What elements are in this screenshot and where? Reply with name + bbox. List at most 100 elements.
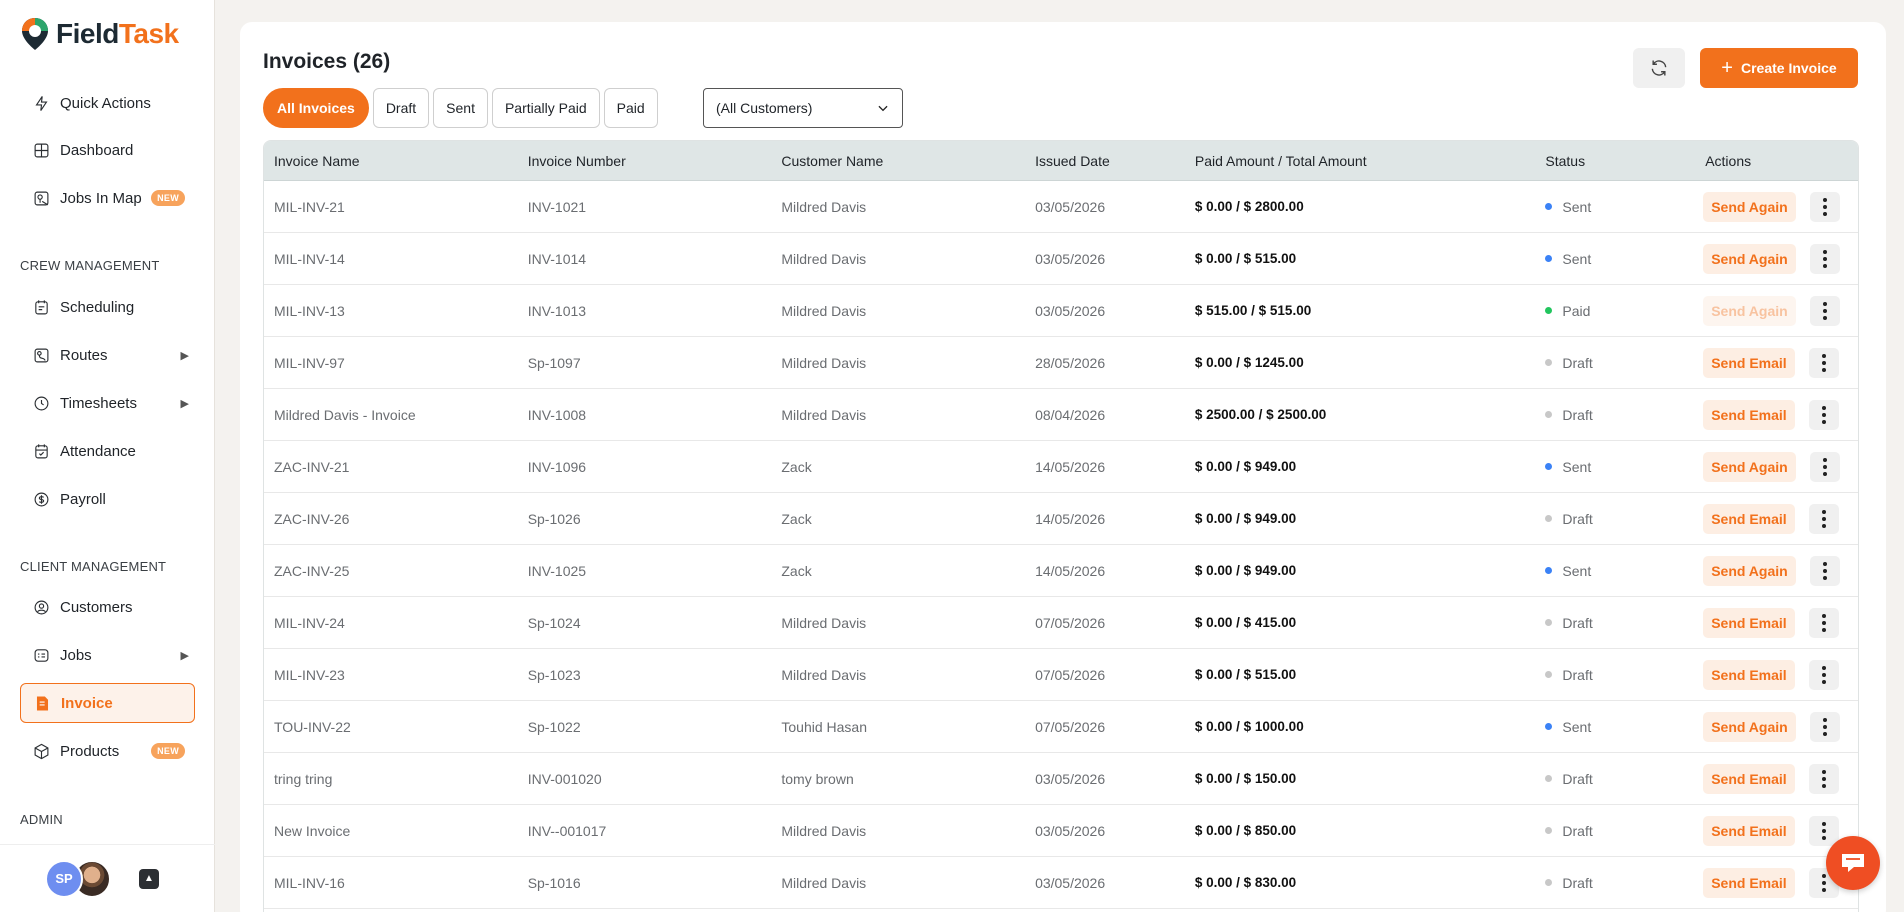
send-action-button[interactable]: Send Email <box>1703 659 1795 690</box>
sidebar-item-attendance[interactable]: Attendance <box>20 432 195 470</box>
sidebar-item-label: Jobs In Map <box>60 189 142 207</box>
table-row[interactable]: MIL-INV-24 Sp-1024 Mildred Davis 07/05/2026… <box>264 597 1858 649</box>
send-action-button[interactable]: Send Email <box>1703 503 1795 534</box>
column-header[interactable]: Invoice Number <box>518 153 772 169</box>
table-row[interactable]: MIL-INV-16 Sp-1016 Mildred Davis 03/05/2026… <box>264 857 1858 909</box>
sidebar-item-customers[interactable]: Customers <box>20 588 195 626</box>
avatar[interactable]: SP <box>45 859 83 898</box>
tab-sent[interactable]: Sent <box>433 88 488 128</box>
column-header[interactable]: Issued Date <box>1025 153 1185 169</box>
sidebar: FieldTask Quick Actions Dashboard Jobs I… <box>0 0 215 912</box>
dot <box>1822 568 1827 573</box>
send-action-button[interactable]: Send Again <box>1703 295 1796 326</box>
more-options-button[interactable] <box>1808 607 1839 638</box>
create-invoice-button[interactable]: + Create Invoice <box>1700 48 1858 88</box>
tab-all-invoices[interactable]: All Invoices <box>263 88 369 128</box>
status-badge: Paid <box>1562 302 1591 319</box>
table-row[interactable]: Mildred Davis - Invoice INV-1008 Mildred D… <box>264 389 1858 441</box>
invoice-name-cell[interactable]: MIL-INV-21 <box>264 199 518 215</box>
status-cell: Sent <box>1535 563 1695 579</box>
more-options-button[interactable] <box>1809 711 1840 742</box>
tab-draft[interactable]: Draft <box>372 88 430 128</box>
invoice-name-cell[interactable]: ZAC-INV-26 <box>264 511 518 527</box>
app-logo[interactable]: FieldTask <box>20 16 179 52</box>
tab-paid[interactable]: Paid <box>603 88 658 128</box>
table-row[interactable]: tring tring INV-001020 tomy brown 03/05/202… <box>264 753 1858 805</box>
sidebar-item-jobs[interactable]: Jobs ▶ <box>20 636 195 674</box>
tab-partially-paid[interactable]: Partially Paid <box>491 88 600 128</box>
more-options-button[interactable] <box>1809 243 1840 274</box>
invoice-name-cell[interactable]: MIL-INV-13 <box>264 303 518 319</box>
sidebar-item-payroll[interactable]: Payroll <box>20 480 195 518</box>
send-action-button[interactable]: Send Email <box>1703 815 1795 846</box>
chat-support-button[interactable] <box>1826 836 1880 890</box>
send-action-button[interactable]: Send Again <box>1703 243 1796 274</box>
send-action-button[interactable]: Send Again <box>1703 711 1796 742</box>
table-row[interactable]: MIL-INV-23 Sp-1023 Mildred Davis 07/05/2026… <box>264 649 1858 701</box>
invoice-name-cell[interactable]: MIL-INV-23 <box>264 667 518 683</box>
column-header[interactable]: Status <box>1535 153 1695 169</box>
invoice-name-cell[interactable]: MIL-INV-24 <box>264 615 518 631</box>
table-row[interactable]: MIL-INV-13 INV-1013 Mildred Davis 03/05/202… <box>264 285 1858 337</box>
refresh-icon <box>1651 60 1667 76</box>
more-options-button[interactable] <box>1808 503 1839 534</box>
sidebar-item-quick-actions[interactable]: Quick Actions <box>20 84 195 122</box>
send-action-button[interactable]: Send Again <box>1703 191 1796 222</box>
customer-filter-select[interactable]: (All Customers) <box>703 88 903 128</box>
amount-cell: $ 515.00 / $ 515.00 <box>1194 303 1312 318</box>
refresh-button[interactable] <box>1633 48 1685 88</box>
table-row[interactable]: MIL-INV-14 INV-1014 Mildred Davis 03/05/202… <box>264 233 1858 285</box>
table-row[interactable]: MIL-INV-97 Sp-1097 Mildred Davis 28/05/2026… <box>264 337 1858 389</box>
sidebar-item-jobs-in-map[interactable]: Jobs In Map NEW <box>20 179 195 217</box>
sidebar-item-dashboard[interactable]: Dashboard <box>20 131 195 169</box>
dot <box>1822 211 1827 216</box>
invoice-name-cell[interactable]: ZAC-INV-21 <box>264 459 518 475</box>
more-options-button[interactable] <box>1808 763 1839 794</box>
invoice-name-cell[interactable]: ZAC-INV-25 <box>264 563 518 579</box>
table-row[interactable]: ZAC-INV-21 INV-1096 Zack 14/05/2026 $ 0.00 /… <box>264 441 1858 493</box>
send-action-button[interactable]: Send Again <box>1703 451 1796 482</box>
more-options-button[interactable] <box>1809 191 1840 222</box>
more-options-button[interactable] <box>1809 555 1840 586</box>
status-dot-icon <box>1545 515 1553 522</box>
invoice-name-cell[interactable]: MIL-INV-14 <box>264 251 518 267</box>
more-options-button[interactable] <box>1809 451 1840 482</box>
section-label-crew: CREW MANAGEMENT <box>20 258 160 273</box>
column-header[interactable]: Customer Name <box>771 153 1025 169</box>
more-options-button[interactable] <box>1808 399 1839 430</box>
send-action-button[interactable]: Send Email <box>1703 607 1795 638</box>
table-row[interactable]: MIL-INV-21 INV-1021 Mildred Davis 03/05/202… <box>264 181 1858 233</box>
table-row[interactable]: TOU-INV-22 Sp-1022 Touhid Hasan 07/05/2026 $… <box>264 701 1858 753</box>
send-action-button[interactable]: Send Email <box>1703 867 1795 898</box>
invoice-name-cell[interactable]: New Invoice <box>264 823 518 839</box>
more-options-button[interactable] <box>1809 295 1840 326</box>
invoice-name-cell[interactable]: Mildred Davis - Invoice <box>264 407 518 423</box>
grid-icon <box>32 141 50 159</box>
amount-cell: $ 0.00 / $ 415.00 <box>1194 615 1297 630</box>
status-badge: Sent <box>1562 198 1592 215</box>
send-action-button[interactable]: Send Again <box>1703 555 1796 586</box>
column-header[interactable]: Invoice Name <box>264 153 518 169</box>
expand-menu-button[interactable]: ▲ <box>139 868 159 889</box>
send-action-button[interactable]: Send Email <box>1703 763 1795 794</box>
table-row[interactable]: New Invoice INV--001017 Mildred Davis 03/05… <box>264 805 1858 857</box>
invoice-name-cell[interactable]: MIL-INV-16 <box>264 875 518 891</box>
invoice-name-cell[interactable]: MIL-INV-97 <box>264 355 518 371</box>
invoice-name-cell[interactable]: TOU-INV-22 <box>264 719 518 735</box>
actions-cell: Send Again <box>1695 191 1858 222</box>
sidebar-item-scheduling[interactable]: Scheduling <box>20 288 195 326</box>
sidebar-item-timesheets[interactable]: Timesheets ▶ <box>20 384 195 422</box>
sidebar-item-products[interactable]: Products NEW <box>20 732 195 770</box>
table-row[interactable]: ZAC-INV-25 INV-1025 Zack 14/05/2026 $ 0.00 /… <box>264 545 1858 597</box>
table-row[interactable]: ZAC-INV-26 Sp-1026 Zack 14/05/2026 $ 0.00 / … <box>264 493 1858 545</box>
more-options-button[interactable] <box>1808 659 1839 690</box>
more-options-button[interactable] <box>1808 815 1839 846</box>
send-action-button[interactable]: Send Email <box>1703 399 1795 430</box>
sidebar-item-invoice[interactable]: Invoice <box>20 683 195 723</box>
invoice-name-cell[interactable]: tring tring <box>264 771 518 787</box>
column-header[interactable]: Paid Amount / Total Amount <box>1185 153 1536 169</box>
status-badge: Draft <box>1562 406 1593 423</box>
sidebar-item-routes[interactable]: Routes ▶ <box>20 336 195 374</box>
send-action-button[interactable]: Send Email <box>1703 347 1795 378</box>
more-options-button[interactable] <box>1808 347 1839 378</box>
